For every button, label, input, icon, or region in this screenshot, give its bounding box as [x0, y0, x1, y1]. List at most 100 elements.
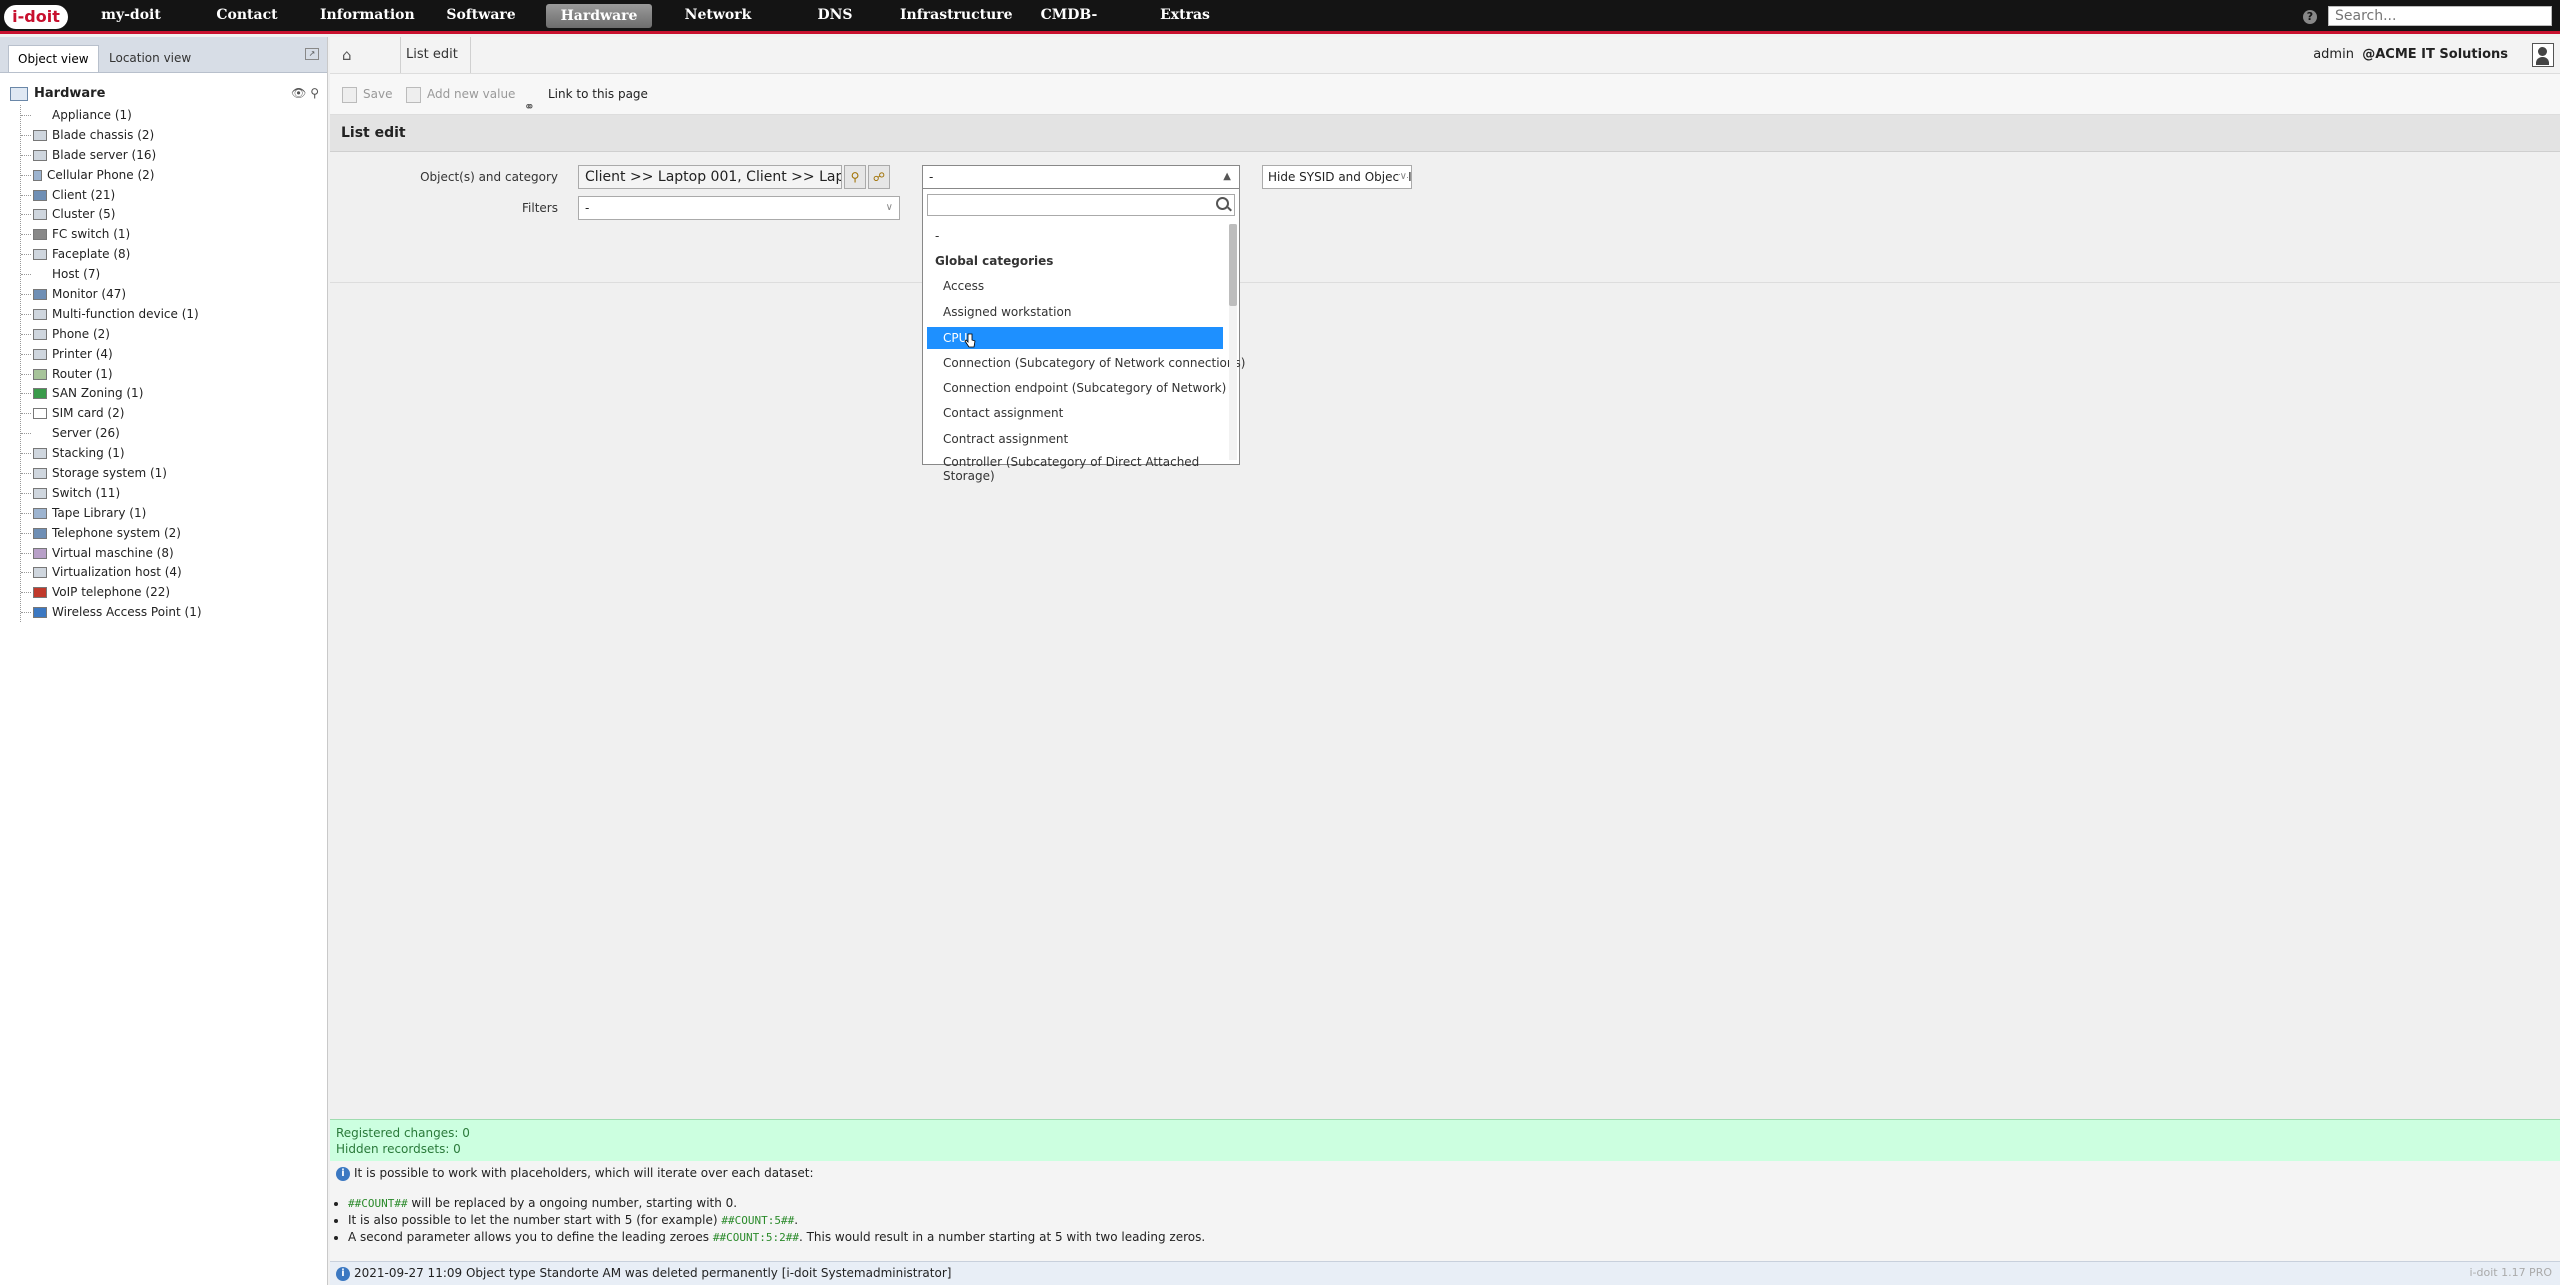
tree-item-virtualization-host[interactable]: Virtualization host (4)	[21, 562, 202, 582]
tree-item-router[interactable]: Router (1)	[21, 364, 202, 384]
search-input[interactable]	[2328, 6, 2552, 26]
category-select[interactable]: - ▲	[922, 165, 1240, 189]
nav-software[interactable]: Software	[440, 0, 522, 31]
hide-sysid-select[interactable]: Hide SYSID and Object-ID ∨	[1262, 165, 1412, 189]
category-option-assigned-workstation[interactable]: Assigned workstation	[927, 300, 1223, 325]
magnifier-icon[interactable]: ⚲	[310, 86, 319, 100]
tree-item-san-zoning[interactable]: SAN Zoning (1)	[21, 383, 202, 403]
category-option-access[interactable]: Access	[927, 274, 1223, 299]
tree-item-voip-telephone[interactable]: VoIP telephone (22)	[21, 582, 202, 602]
add-new-value-button[interactable]: Add new value	[406, 74, 515, 114]
objects-field[interactable]: Client >> Laptop 001, Client >> Laptop 0…	[578, 165, 842, 189]
nav-information[interactable]: Information	[320, 0, 415, 31]
fc-switch-icon	[33, 229, 47, 241]
info-icon: i	[336, 1166, 350, 1181]
changes-summary: Registered changes: 0 Hidden recordsets:…	[330, 1119, 2560, 1161]
hand-cursor-icon	[964, 333, 976, 348]
nav-cmdb-explorer[interactable]: CMDB-Explorer	[1012, 0, 1126, 54]
breadcrumb-list-edit[interactable]: List edit	[406, 37, 458, 73]
eye-icon[interactable]: 👁	[291, 86, 306, 100]
tree-item-cluster[interactable]: Cluster (5)	[21, 204, 202, 224]
tree-item-sim-card[interactable]: SIM card (2)	[21, 403, 202, 423]
tree-item-appliance[interactable]: Appliance (1)	[21, 105, 202, 125]
nav-extras[interactable]: Extras	[1150, 0, 1220, 31]
category-option-connection[interactable]: Connection (Subcategory of Network conne…	[927, 351, 1245, 376]
scrollbar-thumb[interactable]	[1229, 224, 1237, 306]
nav-hardware[interactable]: Hardware	[546, 4, 652, 28]
list-item: A second parameter allows you to define …	[348, 1229, 1205, 1246]
virtual-maschine-icon	[33, 547, 47, 559]
tree-item-multi-function-device[interactable]: Multi-function device (1)	[21, 304, 202, 324]
tree-item-monitor[interactable]: Monitor (47)	[21, 284, 202, 304]
breadcrumb: ⌂ List edit admin @ACME IT Solutions	[330, 37, 2560, 74]
save-icon	[342, 86, 357, 103]
blade-server-icon	[33, 149, 47, 161]
object-browser-detach-icon[interactable]: ☍	[868, 165, 890, 189]
category-option-none[interactable]: -	[927, 224, 1223, 249]
breadcrumb-separator	[388, 37, 401, 73]
breadcrumb-separator	[458, 37, 471, 73]
search-icon	[1216, 197, 1229, 210]
chevron-down-icon: ∨	[1399, 166, 1407, 188]
stacking-icon	[33, 448, 47, 460]
nav-infrastructure[interactable]: Infrastructure	[900, 0, 1013, 31]
tree-item-virtual-maschine[interactable]: Virtual maschine (8)	[21, 543, 202, 563]
tree-item-cellular-phone[interactable]: Cellular Phone (2)	[21, 165, 202, 185]
save-button[interactable]: Save	[342, 74, 392, 114]
filters-select[interactable]: - ∨	[578, 196, 900, 220]
list-item: ##COUNT## will be replaced by a ongoing …	[348, 1195, 1205, 1212]
router-icon	[33, 368, 47, 380]
tree-item-phone[interactable]: Phone (2)	[21, 324, 202, 344]
tab-location-view[interactable]: Location view	[100, 45, 200, 71]
tree-item-tape-library[interactable]: Tape Library (1)	[21, 503, 202, 523]
user-info[interactable]: admin @ACME IT Solutions	[2313, 37, 2508, 73]
sim-card-icon	[33, 408, 47, 420]
collapse-sidebar-icon[interactable]: ↗	[305, 48, 319, 60]
tree-item-server[interactable]: Server (26)	[21, 423, 202, 443]
category-search-input[interactable]	[927, 194, 1235, 216]
home-icon[interactable]: ⌂	[342, 46, 352, 64]
tree-item-host[interactable]: Host (7)	[21, 264, 202, 284]
link-to-page-button[interactable]: ⚭Link to this page	[524, 74, 648, 115]
tree-item-client[interactable]: Client (21)	[21, 185, 202, 205]
object-type-tree: Appliance (1) Blade chassis (2) Blade se…	[20, 105, 202, 623]
tree-item-switch[interactable]: Switch (11)	[21, 483, 202, 503]
sidebar-tabs: Object view Location view ↗	[0, 37, 327, 73]
category-group-global: Global categories	[935, 254, 1054, 269]
category-option-controller[interactable]: Controller (Subcategory of Direct Attach…	[927, 452, 1223, 483]
user-avatar-icon[interactable]	[2532, 43, 2554, 67]
tree-item-blade-chassis[interactable]: Blade chassis (2)	[21, 125, 202, 145]
status-bar: i 2021-09-27 11:09 Object type Standorte …	[330, 1261, 2560, 1285]
tree-item-faceplate[interactable]: Faceplate (8)	[21, 244, 202, 264]
san-zoning-icon	[33, 388, 47, 400]
category-dropdown: - Global categories Access Assigned work…	[922, 189, 1245, 483]
tree-item-telephone-system[interactable]: Telephone system (2)	[21, 523, 202, 543]
faceplate-icon	[33, 249, 47, 261]
tree-item-printer[interactable]: Printer (4)	[21, 344, 202, 364]
tree-item-stacking[interactable]: Stacking (1)	[21, 443, 202, 463]
tree-item-blade-server[interactable]: Blade server (16)	[21, 145, 202, 165]
nav-contact[interactable]: Contact	[205, 0, 289, 31]
tape-library-icon	[33, 507, 47, 519]
tree-item-wireless-access-point[interactable]: Wireless Access Point (1)	[21, 602, 202, 622]
telephone-system-icon	[33, 527, 47, 539]
voip-telephone-icon	[33, 587, 47, 599]
nav-dns[interactable]: DNS	[800, 0, 870, 31]
dropdown-scrollbar[interactable]	[1229, 224, 1237, 460]
category-option-contract-assignment[interactable]: Contract assignment	[927, 427, 1223, 452]
object-browser-search-icon[interactable]: ⚲	[844, 165, 866, 189]
tree-root[interactable]: Hardware	[10, 86, 105, 101]
i-doit-logo[interactable]: i-doit	[4, 5, 68, 29]
client-icon	[33, 189, 47, 201]
link-icon: ⚭	[524, 99, 535, 115]
nav-network[interactable]: Network	[680, 0, 756, 31]
category-option-connection-endpoint[interactable]: Connection endpoint (Subcategory of Netw…	[927, 376, 1226, 401]
objects-category-label: Object(s) and category	[420, 170, 558, 184]
tree-item-storage-system[interactable]: Storage system (1)	[21, 463, 202, 483]
category-option-contact-assignment[interactable]: Contact assignment	[927, 401, 1223, 426]
help-icon[interactable]: ?	[2303, 10, 2317, 24]
category-options: - Global categories Access Assigned work…	[927, 224, 1245, 483]
tree-item-fc-switch[interactable]: FC switch (1)	[21, 224, 202, 244]
tab-object-view[interactable]: Object view	[8, 45, 99, 72]
nav-my-doit[interactable]: my-doit	[92, 0, 170, 31]
